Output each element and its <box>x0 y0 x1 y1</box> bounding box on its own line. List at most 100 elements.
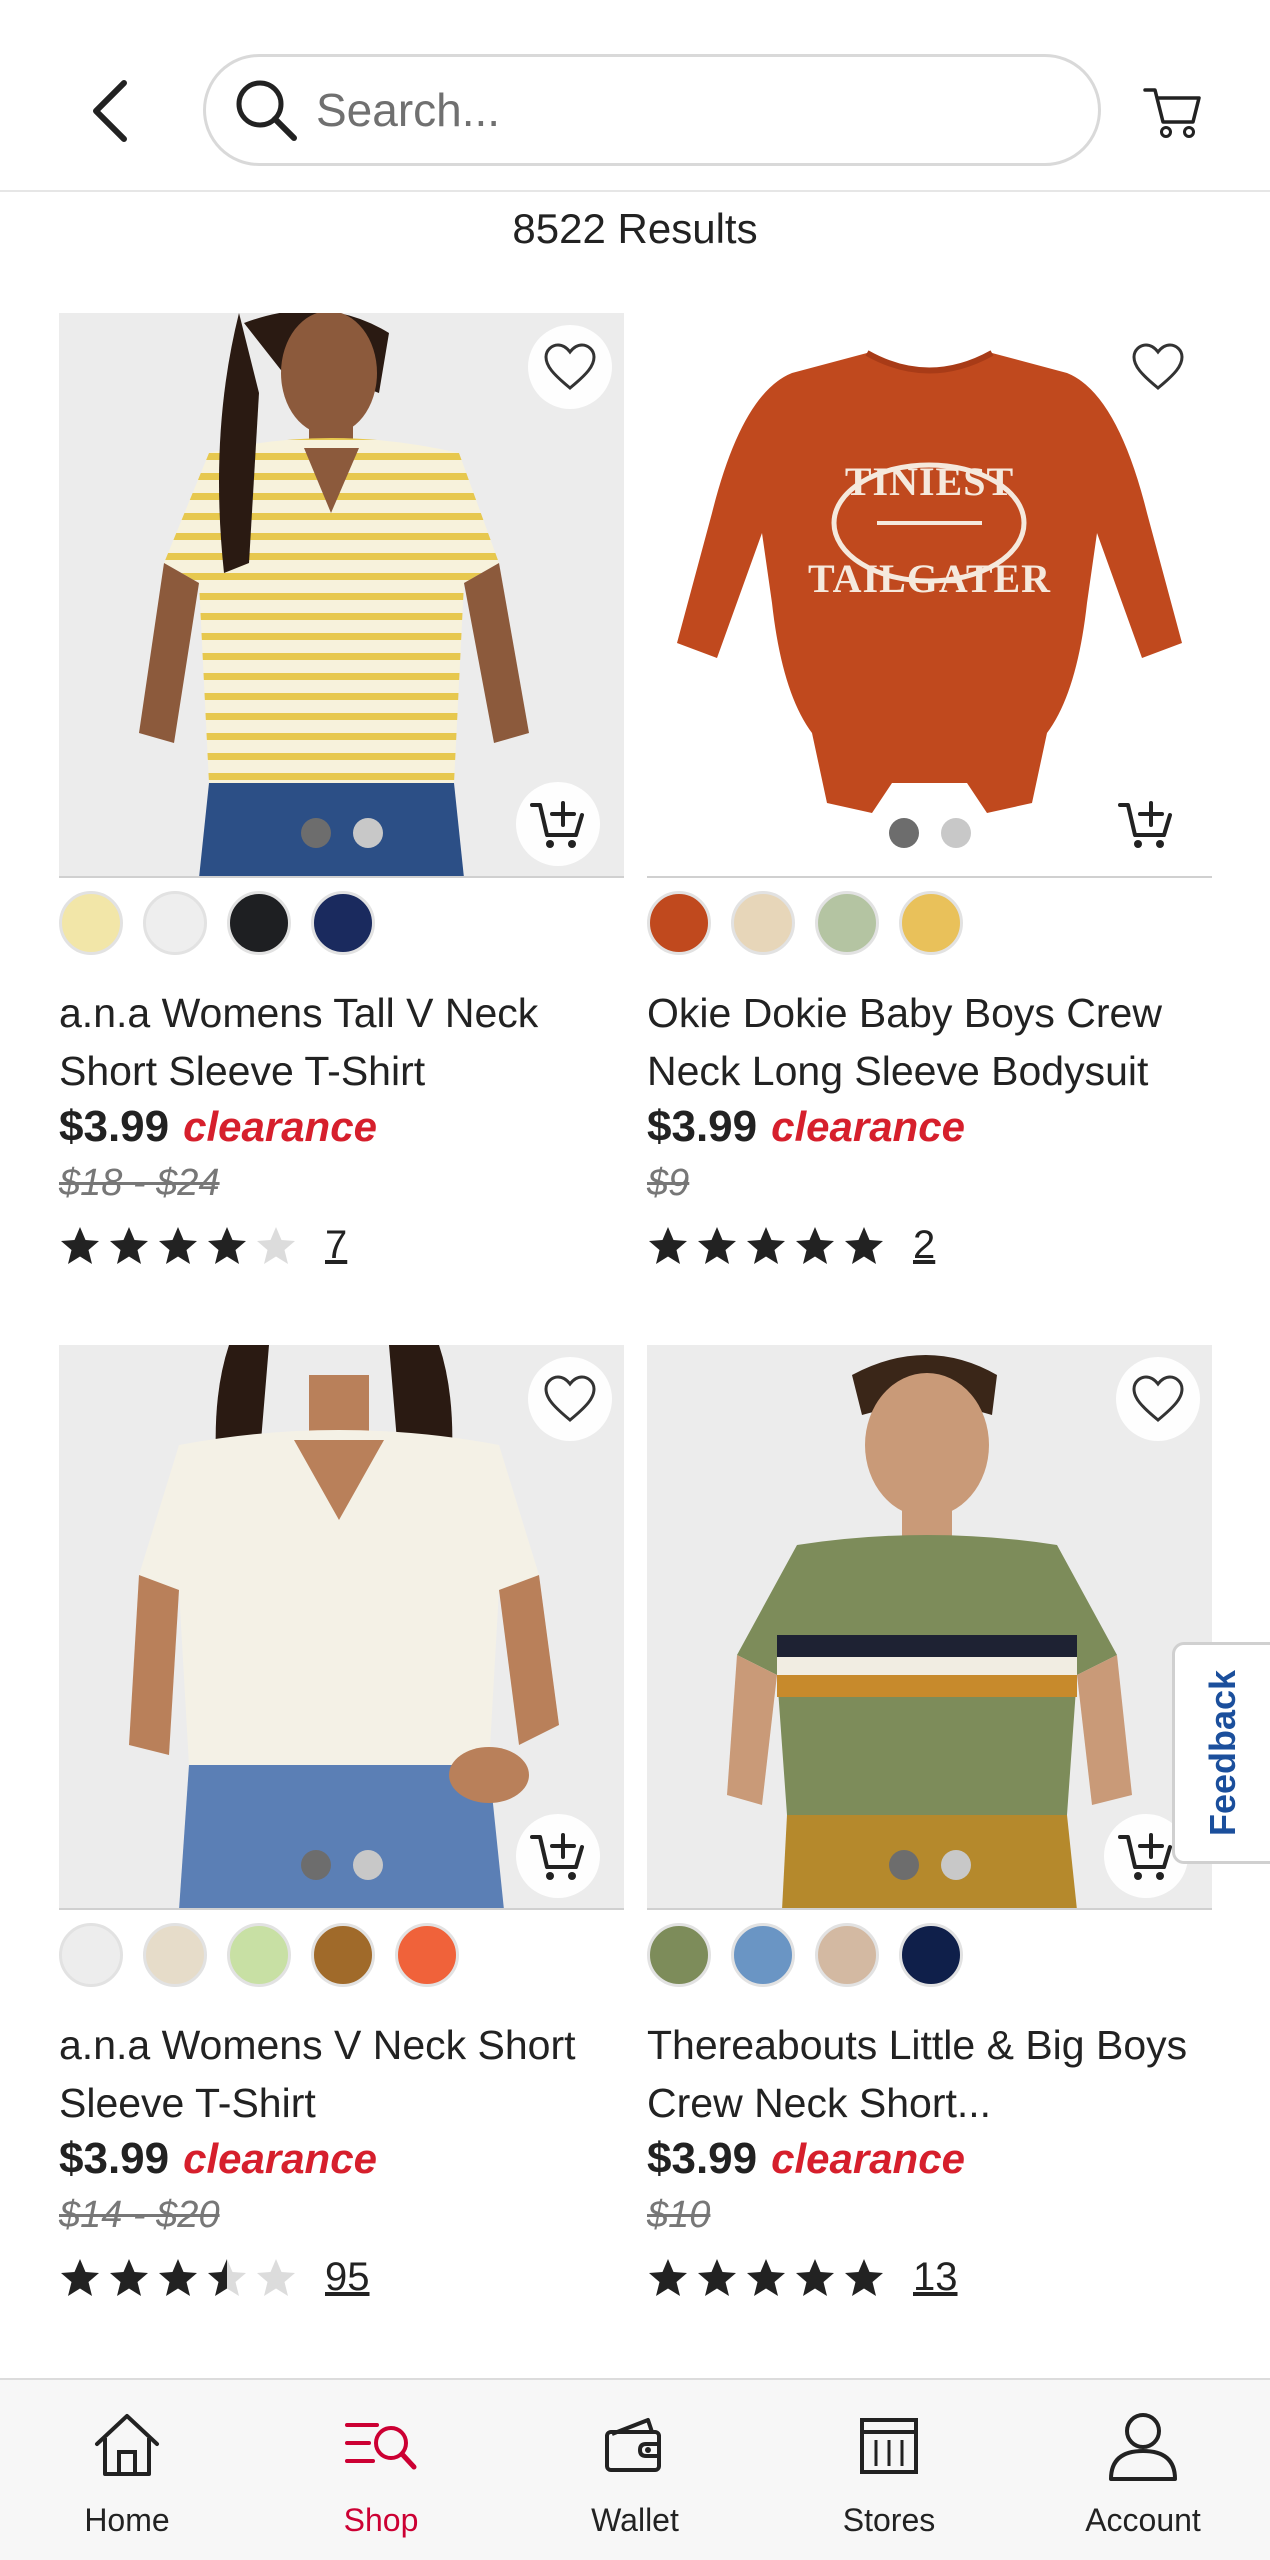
product-title[interactable]: Thereabouts Little & Big Boys Crew Neck … <box>647 2016 1212 2132</box>
feedback-tab[interactable]: Feedback <box>1172 1642 1270 1864</box>
review-count-link[interactable]: 7 <box>325 1223 347 1268</box>
nav-item-wallet[interactable]: Wallet <box>508 2380 762 2560</box>
rating[interactable]: 95 <box>59 2255 624 2300</box>
product-card[interactable]: a.n.a Womens V Neck Short Sleeve T-Shirt… <box>59 1345 624 2300</box>
color-swatch[interactable] <box>815 891 879 955</box>
star-icon <box>257 1226 295 1264</box>
product-image[interactable] <box>59 313 624 878</box>
home-icon <box>82 2400 172 2490</box>
product-title[interactable]: a.n.a Womens Tall V Neck Short Sleeve T-… <box>59 984 624 1100</box>
review-count-link[interactable]: 2 <box>913 1223 935 1268</box>
color-swatch[interactable] <box>311 891 375 955</box>
wishlist-button[interactable] <box>528 325 612 409</box>
star-rating <box>59 2257 297 2299</box>
star-icon <box>796 1226 834 1264</box>
sale-price: $3.99 <box>647 1102 758 1151</box>
clearance-badge: clearance <box>771 1103 965 1150</box>
product-image[interactable]: TINIEST TAILGATER <box>647 313 1212 878</box>
star-icon <box>257 2258 295 2296</box>
carousel-dot[interactable] <box>300 818 331 848</box>
nav-item-shop[interactable]: Shop <box>254 2380 508 2560</box>
clearance-badge: clearance <box>183 2135 377 2182</box>
carousel-dot[interactable] <box>352 1850 383 1880</box>
nav-label-account: Account <box>1085 2502 1201 2538</box>
rating[interactable]: 7 <box>59 1223 624 1268</box>
product-title[interactable]: Okie Dokie Baby Boys Crew Neck Long Slee… <box>647 984 1212 1100</box>
search-input[interactable] <box>316 83 1076 137</box>
nav-item-account[interactable]: Account <box>1016 2380 1270 2560</box>
star-icon <box>208 1226 246 1264</box>
star-rating <box>647 2257 885 2299</box>
rating[interactable]: 2 <box>647 1223 1212 1268</box>
star-icon <box>698 1226 736 1264</box>
carousel-dot[interactable] <box>300 1850 331 1880</box>
nav-item-stores[interactable]: Stores <box>762 2380 1016 2560</box>
color-swatch[interactable] <box>647 891 711 955</box>
add-to-cart-button[interactable] <box>516 1814 600 1898</box>
add-to-cart-icon <box>1118 801 1172 848</box>
header <box>0 0 1270 192</box>
product-image[interactable] <box>59 1345 624 1910</box>
product-title[interactable]: a.n.a Womens V Neck Short Sleeve T-Shirt <box>59 2016 624 2132</box>
wishlist-button[interactable] <box>1116 1357 1200 1441</box>
color-swatch[interactable] <box>143 891 207 955</box>
star-icon <box>159 2258 197 2296</box>
wishlist-button[interactable] <box>1116 325 1200 409</box>
star-rating <box>59 1225 297 1267</box>
product-card[interactable]: TINIEST TAILGATER Okie Dokie Baby Boys C… <box>647 313 1212 1268</box>
color-swatch[interactable] <box>227 1923 291 1987</box>
print-graphic: TINIEST TAILGATER <box>807 459 1052 601</box>
color-swatches <box>647 1922 1212 1988</box>
cart-button[interactable] <box>1133 72 1213 152</box>
color-swatches <box>647 890 1212 956</box>
color-swatches <box>59 890 624 956</box>
product-card[interactable]: Thereabouts Little & Big Boys Crew Neck … <box>647 1345 1212 2300</box>
back-button[interactable] <box>70 66 150 156</box>
carousel-dot[interactable] <box>940 1850 971 1880</box>
cart-icon <box>1143 88 1201 138</box>
color-swatch[interactable] <box>59 891 123 955</box>
color-swatch[interactable] <box>311 1923 375 1987</box>
carousel-dot[interactable] <box>352 818 383 848</box>
star-icon <box>110 2258 148 2296</box>
color-swatch[interactable] <box>59 1923 123 1987</box>
star-icon <box>796 2258 834 2296</box>
search-bar[interactable] <box>203 54 1101 166</box>
nav-label-shop: Shop <box>343 2502 419 2538</box>
carousel-dot[interactable] <box>940 818 971 848</box>
heart-icon <box>544 1375 596 1422</box>
color-swatch[interactable] <box>899 891 963 955</box>
heart-icon <box>1132 1375 1184 1422</box>
color-swatch[interactable] <box>647 1923 711 1987</box>
carousel-dot[interactable] <box>888 1850 919 1880</box>
star-icon <box>159 1226 197 1264</box>
wishlist-button[interactable] <box>528 1357 612 1441</box>
nav-label-wallet: Wallet <box>591 2502 679 2538</box>
review-count-link[interactable]: 95 <box>325 2255 370 2300</box>
add-to-cart-button[interactable] <box>516 782 600 866</box>
product-image[interactable] <box>647 1345 1212 1910</box>
product-card[interactable]: a.n.a Womens Tall V Neck Short Sleeve T-… <box>59 313 624 1268</box>
color-swatch[interactable] <box>899 1923 963 1987</box>
review-count-link[interactable]: 13 <box>913 2255 958 2300</box>
add-to-cart-icon <box>530 1833 584 1880</box>
shop-icon <box>336 2400 426 2490</box>
account-icon <box>1098 2400 1188 2490</box>
carousel-dot[interactable] <box>888 818 919 848</box>
color-swatch[interactable] <box>731 891 795 955</box>
color-swatch[interactable] <box>143 1923 207 1987</box>
star-icon <box>649 1226 687 1264</box>
color-swatch[interactable] <box>815 1923 879 1987</box>
star-icon <box>61 1226 99 1264</box>
nav-item-home[interactable]: Home <box>0 2380 254 2560</box>
nav-label-stores: Stores <box>842 2502 936 2538</box>
color-swatch[interactable] <box>227 891 291 955</box>
wallet-icon <box>590 2400 680 2490</box>
color-swatches <box>59 1922 624 1988</box>
color-swatch[interactable] <box>395 1923 459 1987</box>
color-swatch[interactable] <box>731 1923 795 1987</box>
star-icon <box>747 2258 785 2296</box>
bottom-navigation: Home Shop Wallet Stores Account <box>0 2378 1270 2560</box>
rating[interactable]: 13 <box>647 2255 1212 2300</box>
add-to-cart-button[interactable] <box>1104 782 1188 866</box>
